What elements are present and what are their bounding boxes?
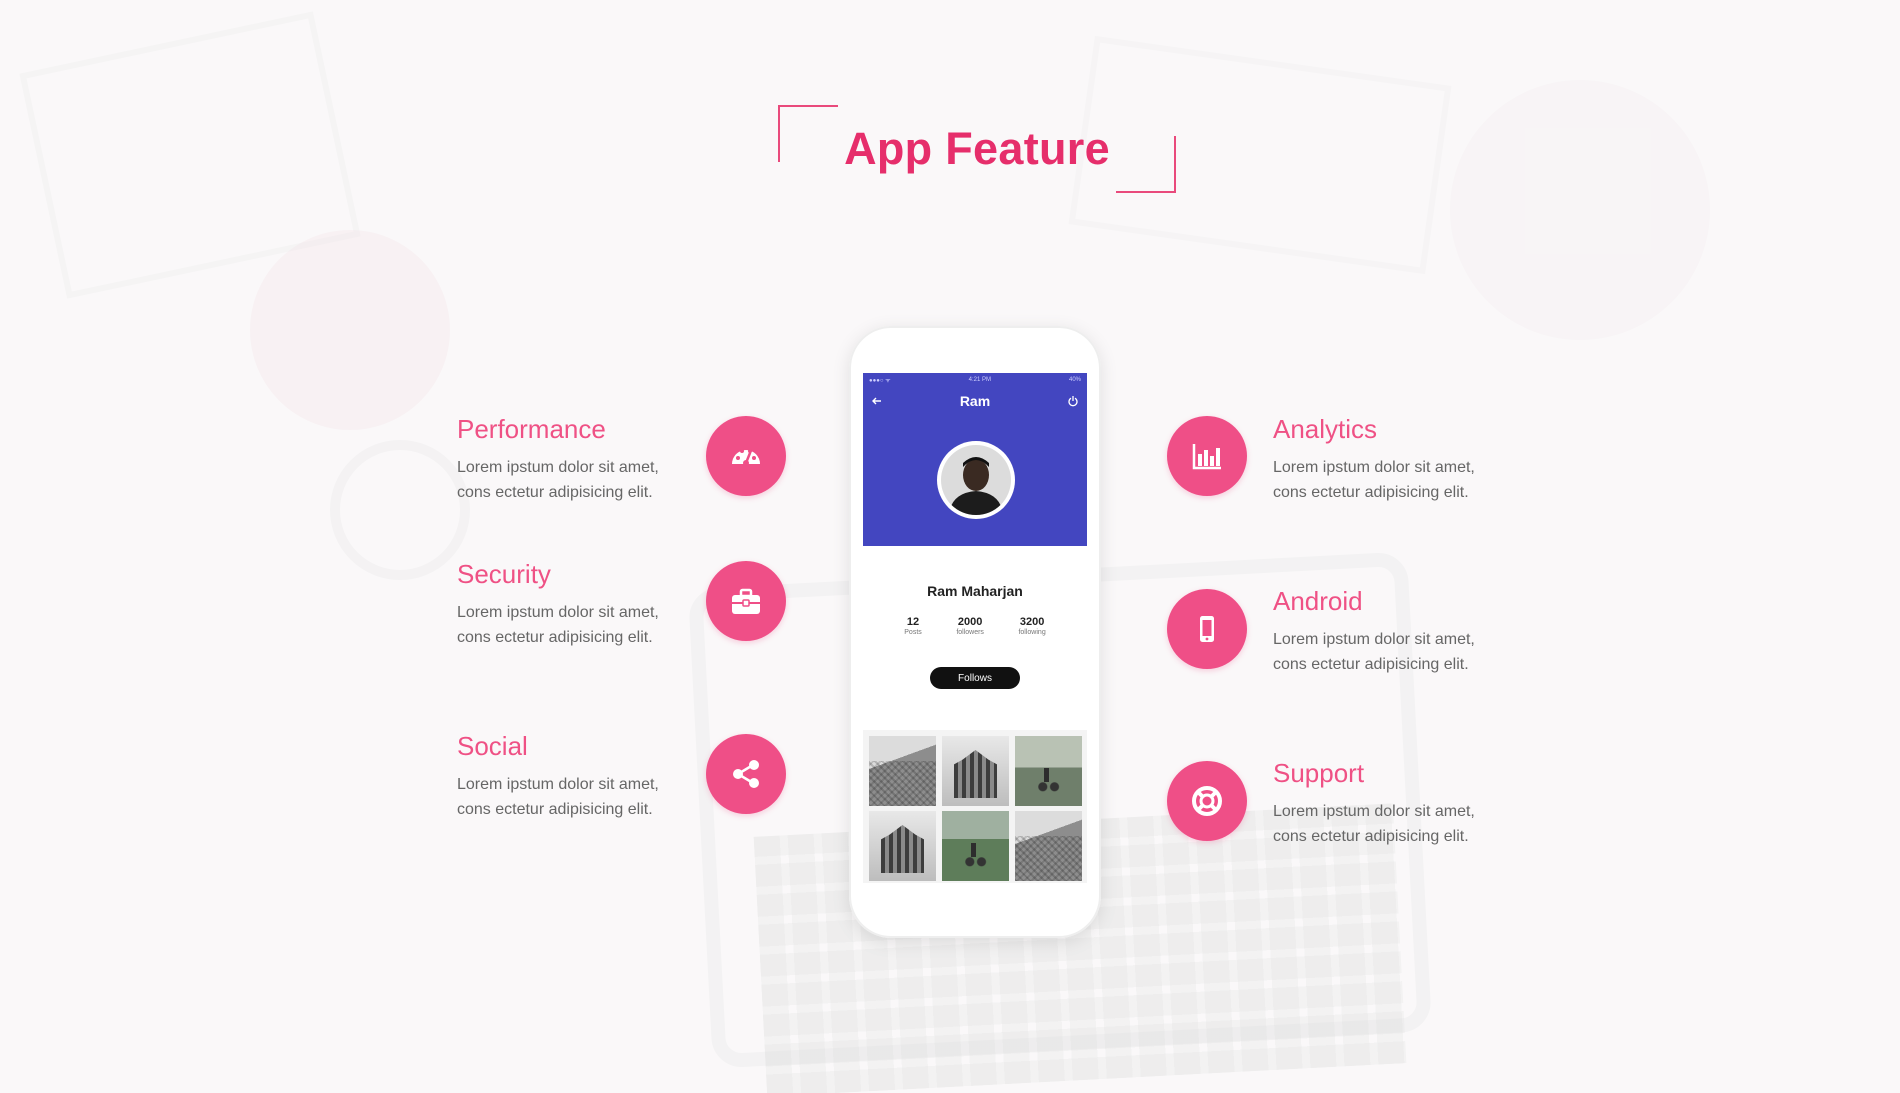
phone-screen: ●●●○ ᯤ 4:21 PM 40% Ram Ram Maharjan 12 P… (863, 373, 1087, 883)
feature-text: Lorem ipstum dolor sit amet, cons ectetu… (1273, 631, 1475, 673)
section-title-block: App Feature (778, 105, 1176, 193)
stat-label: followers (956, 629, 984, 636)
profile-stats: 12 Posts 2000 followers 3200 following (887, 616, 1063, 636)
stat-value: 3200 (1019, 616, 1045, 628)
signal-icon: ●●●○ ᯤ (869, 378, 891, 384)
profile-header: ●●●○ ᯤ 4:21 PM 40% Ram (863, 373, 1087, 546)
section-title: App Feature (844, 123, 1110, 174)
feature-support: Support Lorem ipstum dolor sit amet, con… (1273, 758, 1573, 849)
bar-chart-icon (1167, 416, 1247, 496)
profile-nav: Ram (871, 391, 1079, 411)
gallery-photo[interactable] (1015, 811, 1082, 881)
power-icon[interactable] (1067, 395, 1079, 407)
lifebuoy-icon (1167, 761, 1247, 841)
feature-text: Lorem ipstum dolor sit amet, cons ectetu… (1273, 803, 1475, 845)
photo-gallery (863, 730, 1087, 883)
gallery-photo[interactable] (942, 811, 1009, 881)
briefcase-icon (706, 561, 786, 641)
gallery-photo[interactable] (942, 736, 1009, 806)
stat-posts: 12 Posts (904, 616, 922, 636)
stat-followers: 2000 followers (956, 616, 984, 636)
feature-text: Lorem ipstum dolor sit amet, cons ectetu… (457, 459, 659, 501)
status-time: 4:21 PM (968, 377, 991, 383)
speedometer-icon (706, 416, 786, 496)
profile-name: Ram Maharjan (927, 583, 1023, 599)
gallery-photo[interactable] (869, 736, 936, 806)
share-icon (706, 734, 786, 814)
feature-android: Android Lorem ipstum dolor sit amet, con… (1273, 586, 1573, 677)
status-bar: ●●●○ ᯤ 4:21 PM 40% (869, 375, 1081, 385)
gallery-photo[interactable] (1015, 736, 1082, 806)
avatar-photo (941, 445, 1011, 515)
status-battery: 40% (1068, 377, 1081, 383)
feature-title: Analytics (1273, 414, 1378, 444)
avatar (937, 441, 1015, 519)
stat-label: Posts (904, 629, 922, 636)
feature-analytics: Analytics Lorem ipstum dolor sit amet, c… (1273, 414, 1573, 505)
feature-text: Lorem ipstum dolor sit amet, cons ectetu… (1273, 459, 1475, 501)
follow-button[interactable]: Follows (930, 667, 1020, 689)
phone-mockup: ●●●○ ᯤ 4:21 PM 40% Ram Ram Maharjan 12 P… (849, 326, 1101, 938)
feature-text: Lorem ipstum dolor sit amet, cons ectetu… (457, 604, 659, 646)
gallery-photo[interactable] (869, 811, 936, 881)
stat-label: following (1018, 629, 1046, 636)
stat-value: 12 (906, 616, 920, 628)
feature-title: Android (1273, 586, 1363, 616)
profile-header-name: Ram (959, 393, 991, 409)
feature-title: Support (1273, 758, 1365, 788)
mobile-icon (1167, 589, 1247, 669)
stat-following: 3200 following (1018, 616, 1045, 636)
stat-value: 2000 (957, 616, 983, 628)
back-arrow-icon[interactable] (871, 395, 883, 407)
feature-text: Lorem ipstum dolor sit amet, cons ectetu… (457, 776, 659, 818)
